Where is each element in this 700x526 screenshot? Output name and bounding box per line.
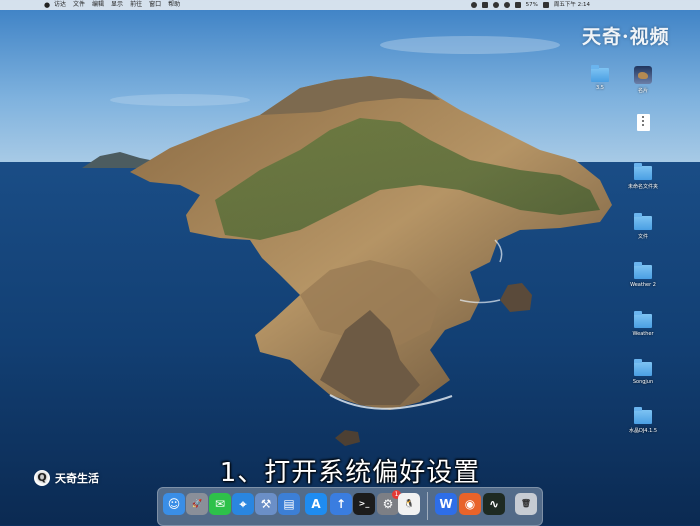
desktop-folder-dj[interactable]: 水晶DJ4.1.5 xyxy=(623,407,663,434)
appstore-icon[interactable]: A xyxy=(305,493,327,515)
folder-icon xyxy=(591,65,609,82)
wps-icon[interactable]: W xyxy=(435,493,457,515)
menu-item-view[interactable]: 显示 xyxy=(111,0,123,10)
desktop-image-file[interactable]: 名片 xyxy=(623,66,663,94)
watermark-top: 天奇·视频 xyxy=(582,26,670,48)
launchpad-icon[interactable]: 🚀 xyxy=(186,493,208,515)
folder-icon xyxy=(634,262,652,279)
qq-icon[interactable]: 🐧 xyxy=(398,493,420,515)
desktop-folder-untitled[interactable]: 未命名文件夹 xyxy=(623,163,663,190)
menu-bar: ● 访达 文件 编辑 显示 前往 窗口 帮助 57% 周五下午 2:14 xyxy=(0,0,700,10)
firefox-icon[interactable]: ◉ xyxy=(459,493,481,515)
desktop-archive-file[interactable] xyxy=(623,114,663,134)
upload-icon[interactable]: ↑ xyxy=(330,493,352,515)
desktop-folder-weather-2[interactable]: Weather 2 xyxy=(623,262,663,288)
safari-icon[interactable]: ⌖ xyxy=(232,493,254,515)
desktop-folder-songjun[interactable]: Songjun xyxy=(623,359,663,385)
finder-icon[interactable]: ☺ xyxy=(163,493,185,515)
folder-icon xyxy=(634,311,652,328)
menu-items: 访达 文件 编辑 显示 前往 窗口 帮助 xyxy=(54,0,180,10)
desktop-icon-label: 文件 xyxy=(637,234,648,240)
archive-icon xyxy=(636,114,650,131)
desktop-icon-label: 未命名文件夹 xyxy=(627,184,658,190)
volume-icon[interactable] xyxy=(514,2,521,8)
desktop-icon-label: Weather xyxy=(632,331,654,337)
trash-icon[interactable]: 🗑 xyxy=(515,493,537,515)
battery-percent[interactable]: 57% xyxy=(526,0,538,10)
image-thumbnail-icon xyxy=(634,66,652,84)
xcode-tools-icon[interactable]: ⚒ xyxy=(255,493,277,515)
folder-icon xyxy=(634,163,652,180)
display-icon[interactable] xyxy=(481,2,488,8)
folder-icon xyxy=(634,213,652,230)
wechat-icon[interactable]: ✉ xyxy=(209,493,231,515)
bluetooth-icon[interactable] xyxy=(492,2,499,8)
wifi-icon[interactable] xyxy=(503,2,510,8)
terminal-icon[interactable]: >_ xyxy=(353,493,375,515)
battery-icon[interactable] xyxy=(542,2,549,8)
status-area: 57% 周五下午 2:14 xyxy=(470,0,590,10)
menu-item-go[interactable]: 前往 xyxy=(130,0,142,10)
clock[interactable]: 周五下午 2:14 xyxy=(554,0,590,10)
folder-icon xyxy=(634,407,652,424)
files-icon[interactable]: ▤ xyxy=(278,493,300,515)
menu-item-edit[interactable]: 编辑 xyxy=(92,0,104,10)
menu-item-help[interactable]: 帮助 xyxy=(168,0,180,10)
desktop-icon-label: 3.5 xyxy=(596,85,604,91)
desktop-icon-label: Weather 2 xyxy=(630,282,656,288)
desktop-icon-label: 名片 xyxy=(637,88,648,94)
dock-separator xyxy=(427,492,428,520)
folder-icon xyxy=(634,359,652,376)
stats-icon[interactable] xyxy=(470,2,477,8)
desktop-folder-weather[interactable]: Weather xyxy=(623,311,663,337)
desktop-icon-label: 水晶DJ4.1.5 xyxy=(628,428,658,434)
desktop-icon-label: Songjun xyxy=(632,379,654,385)
activity-monitor-icon[interactable]: ∿ xyxy=(483,493,505,515)
menu-item-window[interactable]: 窗口 xyxy=(149,0,161,10)
video-subtitle: 1、打开系统偏好设置 xyxy=(219,458,481,488)
menu-item-file[interactable]: 文件 xyxy=(73,0,85,10)
menu-item-finder[interactable]: 访达 xyxy=(54,0,66,10)
desktop-folder-3-5[interactable]: 3.5 xyxy=(580,65,620,91)
apple-menu-icon[interactable]: ● xyxy=(44,0,50,10)
desktop-folder-files[interactable]: 文件 xyxy=(623,213,663,240)
